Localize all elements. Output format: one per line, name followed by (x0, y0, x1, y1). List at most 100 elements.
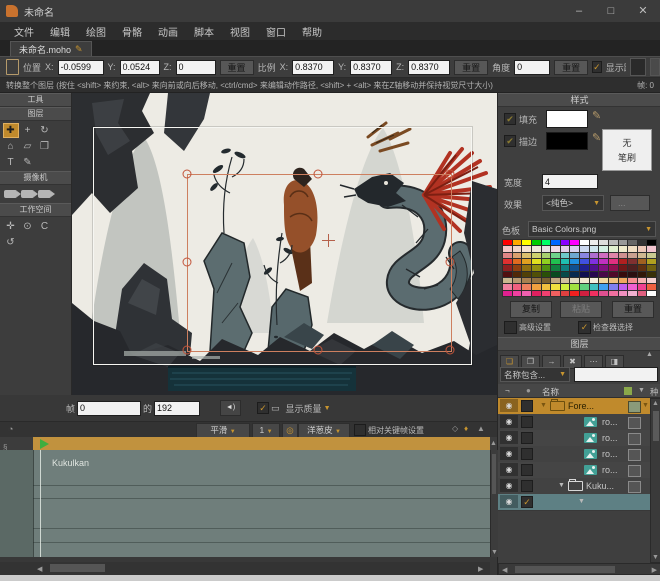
zoom-workspace-tool-icon[interactable]: ⊙ (20, 219, 36, 234)
palette-swatch-6-5[interactable] (551, 278, 560, 283)
palette-swatch-8-15[interactable] (647, 291, 656, 296)
palette-swatch-2-4[interactable] (542, 253, 551, 258)
copy-style-button[interactable]: 复制 (510, 301, 552, 318)
palette-swatch-1-4[interactable] (542, 246, 551, 251)
layer-color-box[interactable] (628, 465, 641, 477)
stroke-width-input[interactable] (542, 174, 598, 189)
palette-swatch-4-14[interactable] (638, 265, 647, 270)
palette-swatch-2-5[interactable] (551, 253, 560, 258)
palette-swatch-0-13[interactable] (628, 240, 637, 245)
palette-swatch-1-8[interactable] (580, 246, 589, 251)
layer-visibility-icon[interactable]: ◉ (500, 431, 518, 444)
orbit-workspace-tool-icon[interactable]: ↺ (3, 235, 19, 250)
layers-collapse-icon[interactable]: ▲ (646, 351, 653, 358)
shear-layer-tool-icon[interactable]: ▱ (20, 139, 36, 154)
palette-swatch-6-10[interactable] (599, 278, 608, 283)
palette-swatch-0-3[interactable] (532, 240, 541, 245)
add-key-icon[interactable]: ♦ (464, 424, 468, 433)
palette-swatch-1-6[interactable] (561, 246, 570, 251)
palette-swatch-4-9[interactable] (590, 265, 599, 270)
palette-swatch-3-12[interactable] (619, 259, 628, 264)
clear-keys-icon[interactable]: ◇ (452, 424, 458, 433)
palette-swatch-8-7[interactable] (570, 291, 579, 296)
palette-swatch-5-5[interactable] (551, 272, 560, 277)
toolbar-edge-button[interactable] (650, 58, 660, 76)
position-x-input[interactable] (58, 60, 104, 75)
palette-swatch-2-15[interactable] (647, 253, 656, 258)
layer-visibility-icon[interactable]: ◉ (500, 447, 518, 460)
palette-swatch-8-5[interactable] (551, 291, 560, 296)
palette-swatch-6-2[interactable] (522, 278, 531, 283)
tracks-vscrollbar[interactable]: ▼ (490, 450, 498, 557)
timeline-tracks[interactable]: Kukulkan (0, 450, 497, 557)
palette-swatch-6-11[interactable] (609, 278, 618, 283)
palette-swatch-4-13[interactable] (628, 265, 637, 270)
layers-vscrollbar[interactable]: ▲ ▼ (650, 398, 660, 563)
palette-swatch-5-10[interactable] (599, 272, 608, 277)
palette-swatch-5-9[interactable] (590, 272, 599, 277)
palette-swatch-8-8[interactable] (580, 291, 589, 296)
layer-row-Kuku...[interactable]: ◉▼Kuku... (498, 478, 650, 495)
palette-swatch-5-0[interactable] (503, 272, 512, 277)
layer-color-box[interactable] (628, 433, 641, 445)
palette-swatch-2-7[interactable] (570, 253, 579, 258)
palette-swatch-5-6[interactable] (561, 272, 570, 277)
palette-swatch-0-12[interactable] (619, 240, 628, 245)
palette-swatch-5-8[interactable] (580, 272, 589, 277)
selection-handle-bm[interactable] (314, 346, 323, 355)
palette-swatch-1-9[interactable] (590, 246, 599, 251)
palette-swatch-7-3[interactable] (532, 284, 541, 289)
palette-swatch-4-12[interactable] (619, 265, 628, 270)
total-frames-input[interactable] (154, 401, 200, 416)
menu-文件[interactable]: 文件 (6, 24, 42, 39)
layer-color-box[interactable] (628, 401, 641, 413)
palette-swatch-3-9[interactable] (590, 259, 599, 264)
palette-file-dropdown[interactable]: Basic Colors.png▼ (528, 221, 656, 237)
layer-animate-checkbox[interactable] (521, 448, 533, 460)
effect-more-button[interactable]: ... (610, 195, 650, 211)
quality-dropdown-icon[interactable]: ▼ (324, 405, 331, 412)
layer-origin-tool-icon[interactable]: ⌂ (3, 139, 19, 154)
track-camera-tool-icon[interactable] (3, 187, 19, 202)
palette-swatch-0-0[interactable] (503, 240, 512, 245)
selection-handle-tl[interactable] (183, 170, 192, 179)
timeline-ruler[interactable] (33, 437, 490, 451)
palette-swatch-6-1[interactable] (513, 278, 522, 283)
palette-swatch-3-10[interactable] (599, 259, 608, 264)
scale-x-input[interactable] (292, 60, 334, 75)
palette-swatch-3-11[interactable] (609, 259, 618, 264)
relative-keyframes-checkbox[interactable] (354, 424, 366, 436)
palette-swatch-5-3[interactable] (532, 272, 541, 277)
palette-swatch-1-14[interactable] (638, 246, 647, 251)
document-tab[interactable]: 未命名.moho ✎ (10, 41, 92, 57)
playhead-line[interactable] (40, 450, 41, 557)
palette-swatch-7-9[interactable] (590, 284, 599, 289)
scroll-down-icon[interactable]: ▼ (651, 554, 660, 561)
palette-swatch-0-11[interactable] (609, 240, 618, 245)
palette-swatch-1-10[interactable] (599, 246, 608, 251)
palette-swatch-7-1[interactable] (513, 284, 522, 289)
tracks-scroll-down-icon[interactable]: ▼ (491, 549, 498, 556)
palette-swatch-8-3[interactable] (532, 291, 541, 296)
layer-animate-checkbox[interactable] (521, 416, 533, 428)
frame-border-icon[interactable]: ▭ (271, 403, 280, 414)
palette-swatch-6-9[interactable] (590, 278, 599, 283)
palette-swatch-3-4[interactable] (542, 259, 551, 264)
layer-color-box[interactable] (628, 417, 641, 429)
palette-swatch-2-13[interactable] (628, 253, 637, 258)
layer-visibility-icon[interactable]: ◉ (500, 399, 518, 412)
pan-workspace-tool-icon[interactable]: ✛ (3, 219, 19, 234)
layer-animate-checkbox[interactable]: ✓ (521, 496, 533, 508)
layer-search-input[interactable] (574, 367, 658, 382)
palette-swatch-2-6[interactable] (561, 253, 570, 258)
palette-swatch-5-4[interactable] (542, 272, 551, 277)
palette-swatch-2-11[interactable] (609, 253, 618, 258)
palette-swatch-8-12[interactable] (619, 291, 628, 296)
palette-swatch-7-12[interactable] (619, 284, 628, 289)
timeline-clock-icon[interactable]: ◔ (8, 424, 13, 434)
layer-row-ro...[interactable]: ◉ro... (498, 414, 650, 431)
rotate-layer-tool-icon[interactable]: ↻ (37, 123, 53, 138)
palette-swatch-8-2[interactable] (522, 291, 531, 296)
palette-swatch-5-15[interactable] (647, 272, 656, 277)
angle-reset-button[interactable]: 重置 (554, 60, 588, 75)
